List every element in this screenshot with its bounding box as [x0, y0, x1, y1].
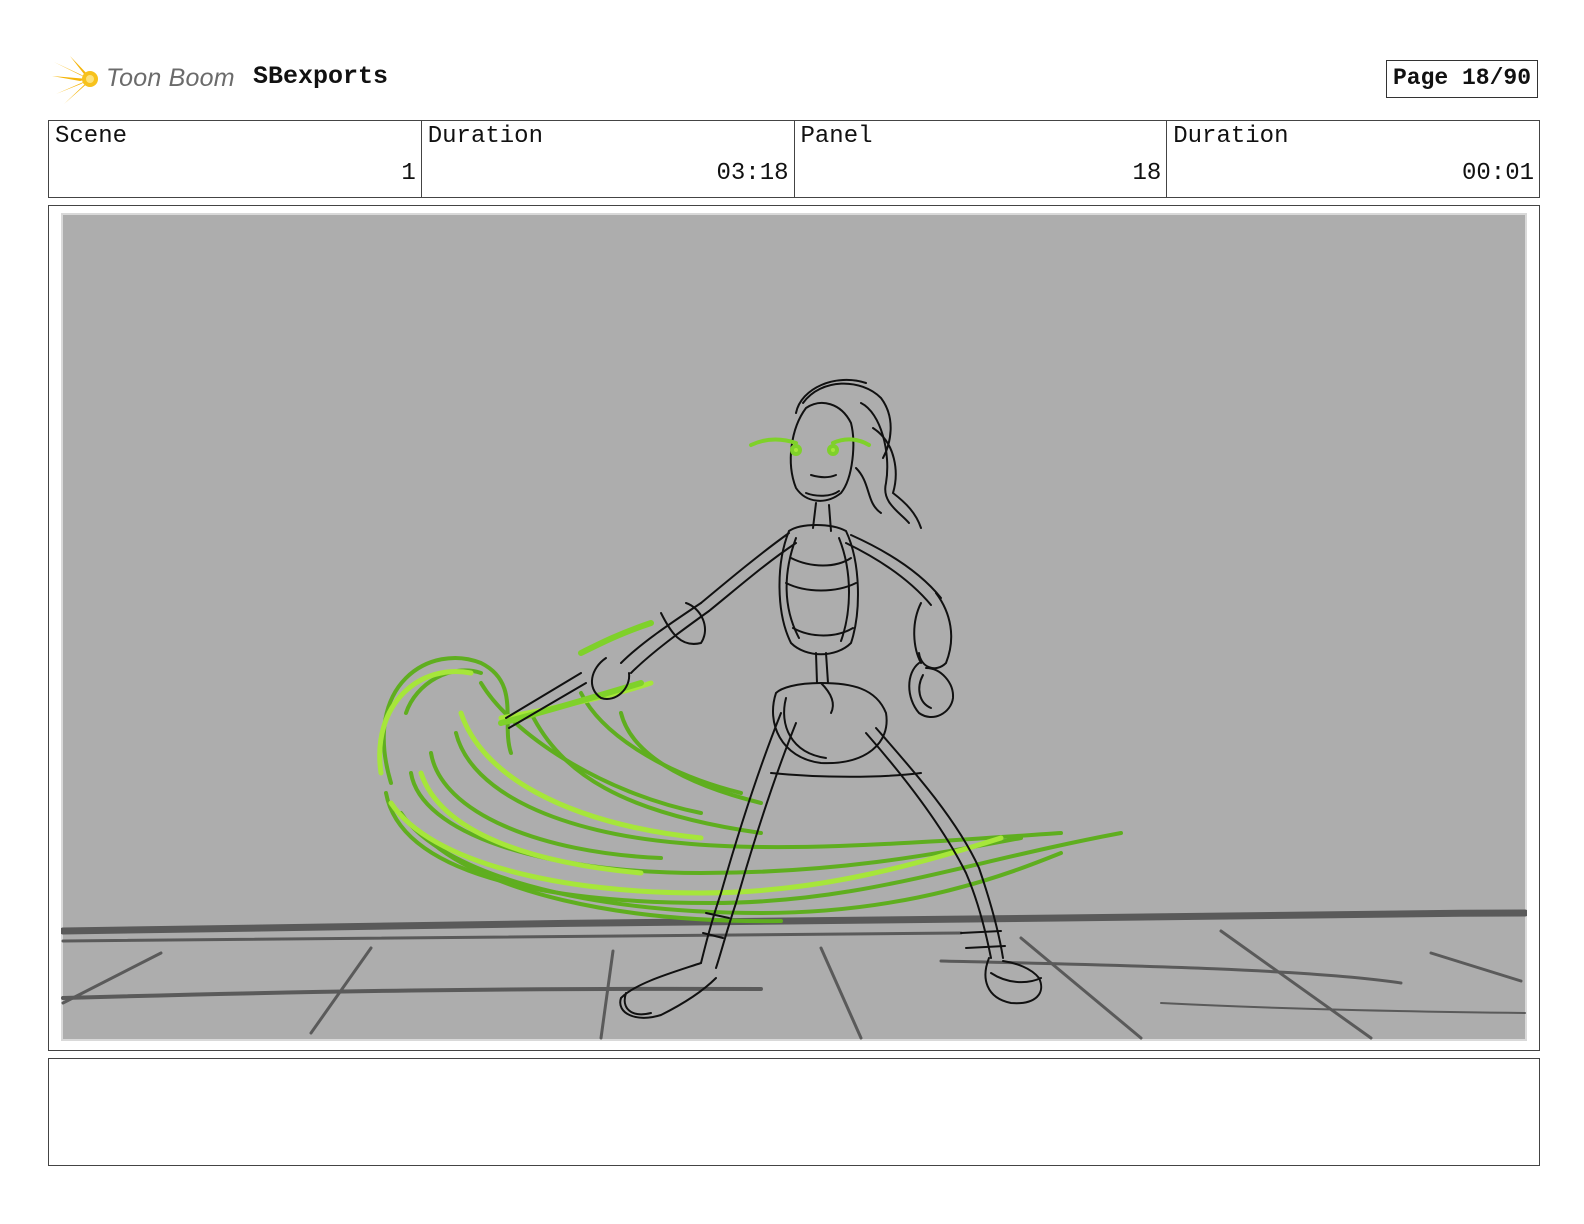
panel-cell: Panel 18 [795, 121, 1168, 197]
storyboard-panel-image [61, 213, 1527, 1041]
energy-blade-swoosh [377, 620, 1123, 924]
panel-duration-label: Duration [1173, 123, 1289, 150]
page-indicator: Page 18/90 [1385, 60, 1538, 98]
scene-duration-label: Duration [427, 123, 543, 150]
scene-info-table: Scene 1 Duration 03:18 Panel 18 Duration… [48, 120, 1540, 198]
scene-value: 1 [401, 160, 416, 187]
page-header: Toon Boom SBexports Page 18/90 [48, 54, 1540, 104]
toon-boom-logo-icon [52, 56, 98, 104]
scene-label: Scene [55, 123, 128, 150]
panel-label: Panel [800, 123, 873, 150]
panel-duration-value: 00:01 [1461, 160, 1534, 187]
storyboard-sketch [61, 378, 1527, 1040]
panel-frame [48, 205, 1540, 1051]
logo-text: Toon Boom [106, 64, 235, 92]
scene-duration-cell: Duration 03:18 [422, 121, 795, 197]
panel-value: 18 [1132, 160, 1162, 187]
scene-duration-value: 03:18 [716, 160, 789, 187]
project-title: SBexports [253, 62, 389, 91]
glowing-eyes [749, 437, 871, 456]
panel-notes [48, 1058, 1540, 1166]
floor-lines [61, 909, 1527, 1040]
scene-cell: Scene 1 [49, 121, 422, 197]
toon-boom-logo: Toon Boom [50, 54, 240, 104]
panel-duration-cell: Duration 00:01 [1167, 121, 1539, 197]
